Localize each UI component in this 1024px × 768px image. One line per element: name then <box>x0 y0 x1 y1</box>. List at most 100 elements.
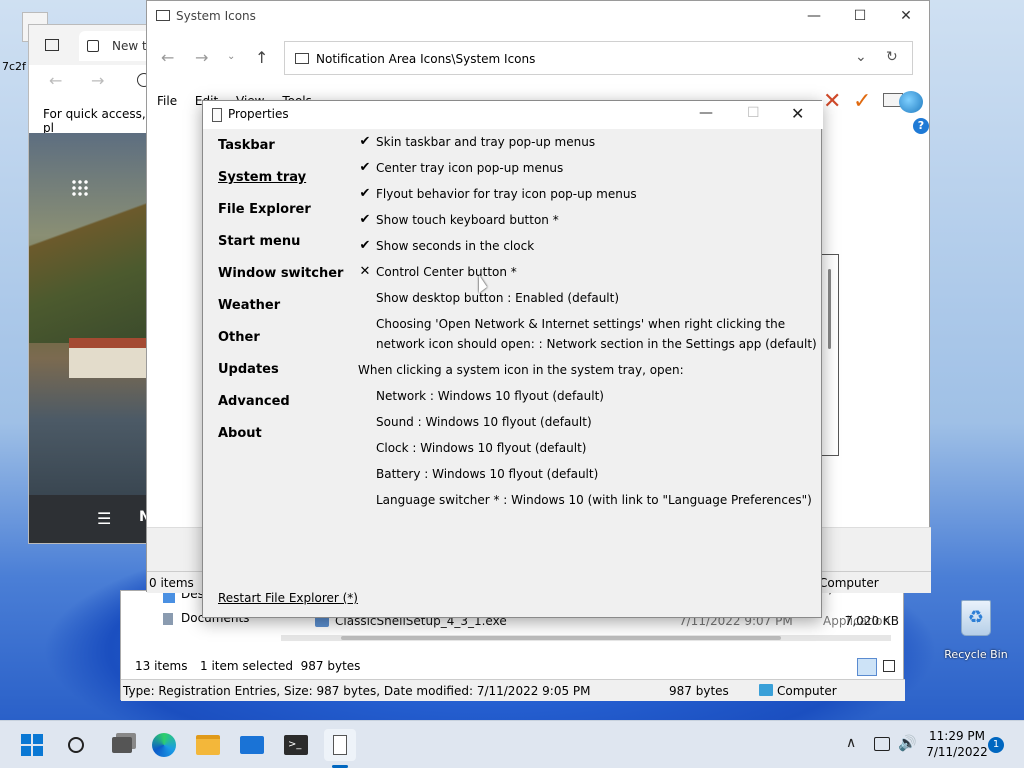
title-bar: System Icons — ☐ ✕ <box>147 1 931 31</box>
terminal-button[interactable]: >_ <box>280 729 312 761</box>
address-bar[interactable]: Notification Area Icons\System Icons ⌄ ↻ <box>284 41 913 75</box>
clock-date: 7/11/2022 <box>926 745 988 759</box>
back-icon[interactable]: ← <box>49 71 62 90</box>
notification-badge[interactable]: 1 <box>988 737 1004 753</box>
option-network-line-2[interactable]: network icon should open: : Network sect… <box>376 337 817 351</box>
edge-button[interactable] <box>148 729 180 761</box>
nav-about[interactable]: About <box>218 426 262 441</box>
dialog-maximize-button: ☐ <box>747 105 760 121</box>
flyout-sound[interactable]: Sound : Windows 10 flyout (default) <box>376 415 592 429</box>
start-button[interactable] <box>16 729 48 761</box>
village <box>69 338 149 378</box>
recent-chevron-icon[interactable]: ⌄ <box>227 51 235 62</box>
volume-icon[interactable]: 🔊 <box>898 734 917 752</box>
details-view-icon[interactable] <box>857 658 877 676</box>
delete-icon[interactable]: ✕ <box>823 89 841 114</box>
tray-chevron-icon[interactable]: ∧ <box>846 735 856 751</box>
dialog-minimize-button[interactable]: — <box>699 105 713 121</box>
nav-weather[interactable]: Weather <box>218 298 280 313</box>
dialog-close-button[interactable]: ✕ <box>791 104 804 123</box>
flyout-language-switcher[interactable]: Language switcher * : Windows 10 (with l… <box>376 493 812 507</box>
section-heading: When clicking a system icon in the syste… <box>358 363 684 377</box>
option-center-tray[interactable]: Center tray icon pop-up menus <box>376 161 563 175</box>
nav-bar: ← → ⌄ ↑ Notification Area Icons\System I… <box>147 39 931 79</box>
status-detail: Type: Registration Entries, Size: 987 by… <box>123 684 591 698</box>
up-arrow-icon[interactable]: ↑ <box>255 48 268 67</box>
mail-button[interactable] <box>236 729 268 761</box>
documents-icon <box>163 613 173 625</box>
address-dropdown-icon[interactable]: ⌄ <box>855 49 867 65</box>
terminal-icon: >_ <box>284 735 308 755</box>
nav-file-explorer[interactable]: File Explorer <box>218 202 311 217</box>
status-items: 0 items <box>149 576 194 590</box>
status-selected: 1 item selected 987 bytes <box>200 659 361 673</box>
bottom-bar: ☰ N <box>29 495 159 543</box>
nav-start-menu[interactable]: Start menu <box>218 234 300 249</box>
clock[interactable]: 11:29 PM 7/11/2022 <box>918 729 996 759</box>
back-arrow-icon[interactable]: ← <box>161 48 174 67</box>
option-flyout-behavior[interactable]: Flyout behavior for tray icon pop-up men… <box>376 187 637 201</box>
maximize-button[interactable]: ☐ <box>837 1 883 31</box>
address-computer-icon <box>295 53 309 64</box>
option-touch-keyboard[interactable]: Show touch keyboard button * <box>376 213 559 227</box>
nav-other[interactable]: Other <box>218 330 260 345</box>
flyout-network[interactable]: Network : Windows 10 flyout (default) <box>376 389 604 403</box>
nav-window-switcher[interactable]: Window switcher <box>218 266 343 281</box>
horizontal-scrollbar[interactable] <box>281 635 891 641</box>
menu-file[interactable]: File <box>157 94 177 108</box>
flyout-clock[interactable]: Clock : Windows 10 flyout (default) <box>376 441 586 455</box>
folder-icon <box>196 735 220 755</box>
status-computer: Computer <box>777 684 837 698</box>
dialog-title-bar: Properties — ☐ ✕ <box>203 101 823 129</box>
menu-icon[interactable]: ☰ <box>97 509 111 528</box>
taskbar: >_ ∧ 🔊 11:29 PM 7/11/2022 1 <box>0 720 1024 768</box>
dialog-title: Properties <box>228 107 289 121</box>
flyout-battery[interactable]: Battery : Windows 10 flyout (default) <box>376 467 598 481</box>
new-tab-background: ☰ N <box>29 133 159 543</box>
option-show-desktop[interactable]: Show desktop button : Enabled (default) <box>376 291 619 305</box>
search-button[interactable] <box>60 729 92 761</box>
back-status-bar: 13 items 1 item selected 987 bytes <box>121 655 905 677</box>
forward-icon[interactable]: → <box>91 71 104 90</box>
network-icon[interactable] <box>874 737 890 751</box>
option-cross-mark: ✕ <box>359 264 371 279</box>
file-explorer-button[interactable] <box>192 729 224 761</box>
option-control-center[interactable]: Control Center button * <box>376 265 517 279</box>
recycle-bin[interactable]: ♻ Recycle Bin <box>944 600 1008 666</box>
forward-arrow-icon[interactable]: → <box>195 48 208 67</box>
nav-updates[interactable]: Updates <box>218 362 279 377</box>
task-view-button[interactable] <box>106 729 138 761</box>
checkmark-icon[interactable]: ✓ <box>853 89 871 114</box>
help-icon[interactable]: ? <box>913 118 929 134</box>
scroll-thumb[interactable] <box>828 269 831 349</box>
shell-logo-icon[interactable] <box>899 91 923 113</box>
nav-advanced[interactable]: Advanced <box>218 394 290 409</box>
desktop-icon-label: 7c2f <box>2 60 26 73</box>
option-show-seconds[interactable]: Show seconds in the clock <box>376 239 534 253</box>
option-check-mark: ✔ <box>359 160 371 175</box>
explorer-app-icon <box>156 10 170 21</box>
status-items: 13 items <box>135 659 188 673</box>
back-detail-bar: Type: Registration Entries, Size: 987 by… <box>121 679 905 701</box>
properties-app-button[interactable] <box>324 729 356 761</box>
recycle-bin-icon: ♻ <box>961 600 991 636</box>
scroll-thumb[interactable] <box>341 636 781 640</box>
nav-taskbar[interactable]: Taskbar <box>218 138 275 153</box>
option-skin-taskbar[interactable]: Skin taskbar and tray pop-up menus <box>376 135 595 149</box>
computer-icon <box>759 684 773 696</box>
tiles-view-icon[interactable] <box>883 660 895 672</box>
size-cell: 7,020 KB <box>844 614 899 628</box>
minimize-button[interactable]: — <box>791 1 837 31</box>
browser-window: New ta ← → For quick access, pl ☰ N <box>28 24 159 544</box>
option-network-line-1[interactable]: Choosing 'Open Network & Internet settin… <box>376 317 785 331</box>
hills <box>29 183 159 343</box>
close-button[interactable]: ✕ <box>883 1 929 31</box>
address-refresh-icon[interactable]: ↻ <box>886 49 898 65</box>
status-computer: Computer <box>819 576 879 590</box>
vertical-scrollbar[interactable] <box>821 254 839 456</box>
tab-actions-icon[interactable] <box>45 39 59 51</box>
desktop-folder-icon <box>163 593 175 603</box>
option-check-mark: ✔ <box>359 212 371 227</box>
nav-system-tray[interactable]: System tray <box>218 170 306 185</box>
restart-explorer-link[interactable]: Restart File Explorer (*) <box>218 591 358 605</box>
